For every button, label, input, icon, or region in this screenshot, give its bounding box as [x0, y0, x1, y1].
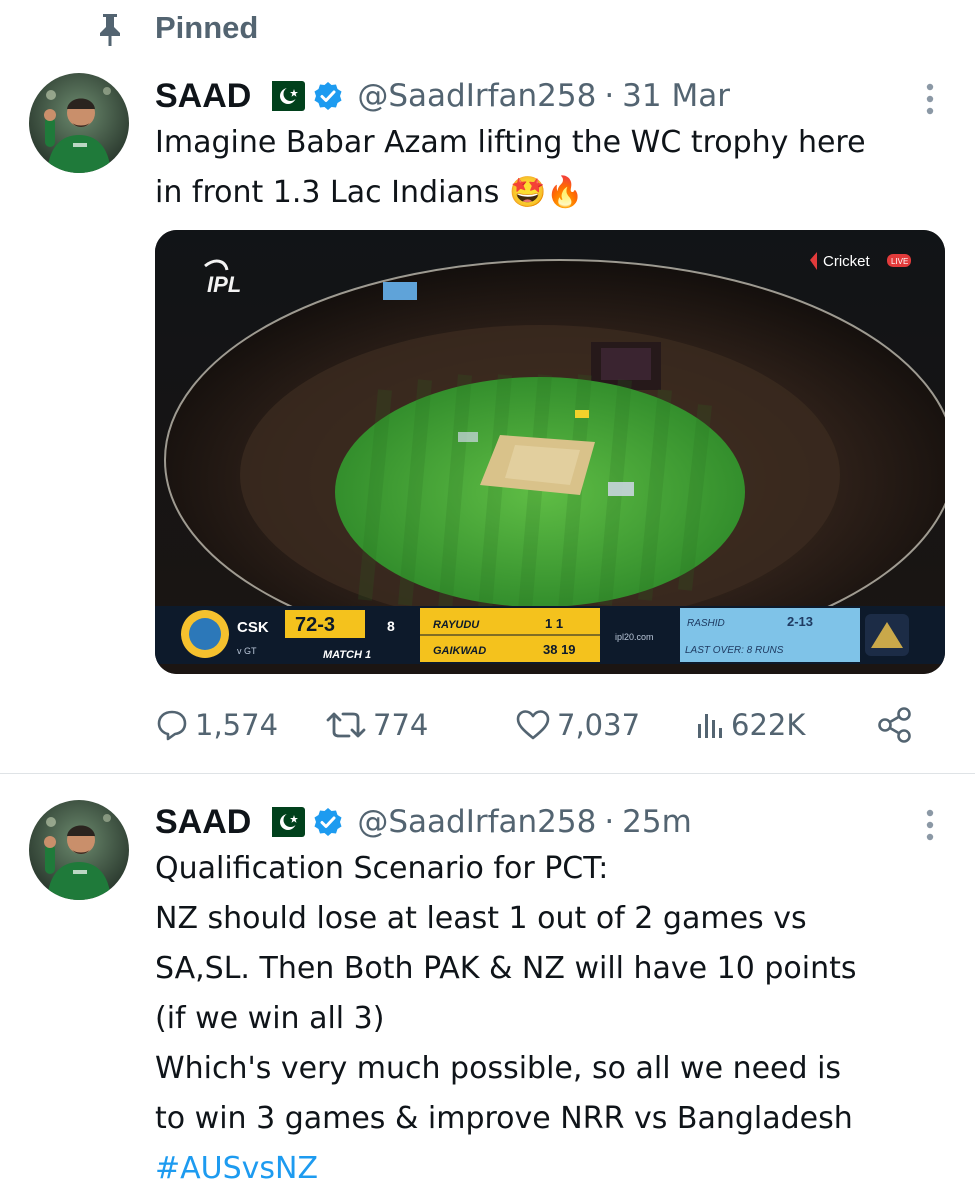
- tweet-text-line: to win 3 games & improve NRR vs Banglade…: [155, 1101, 853, 1136]
- tweet-header: SAAD @SaadIrfan258 · 25m: [155, 800, 692, 844]
- tweet-text-line: Qualification Scenario for PCT:: [155, 851, 609, 886]
- verified-badge-icon: [314, 808, 342, 836]
- avatar[interactable]: [29, 800, 129, 900]
- tweet-text-line: Which's very much possible, so all we ne…: [155, 1051, 842, 1086]
- team-score: 72-3: [295, 614, 335, 636]
- tweet-text: Imagine Babar Azam lifting the WC trophy…: [155, 118, 955, 218]
- display-name[interactable]: SAAD: [155, 77, 251, 116]
- pinned-label: Pinned: [155, 10, 259, 45]
- batter-2-name: GAIKWAD: [433, 645, 486, 657]
- share-icon: [878, 707, 911, 743]
- more-options-icon[interactable]: [925, 808, 935, 842]
- views-count: 622K: [731, 708, 806, 742]
- last-over-summary: LAST OVER: 8 RUNS: [685, 645, 784, 656]
- scoreboard-site: ipl20.com: [615, 632, 654, 642]
- bowler-name: RASHID: [687, 618, 725, 629]
- reply-icon: [157, 710, 187, 741]
- ipl-logo: IPL: [207, 272, 241, 297]
- tweet-text-line: (if we win all 3): [155, 1001, 385, 1036]
- tweet-text: Qualification Scenario for PCT: NZ shoul…: [155, 844, 955, 1194]
- pakistan-flag-icon: [261, 81, 306, 111]
- like-button[interactable]: 7,037: [515, 700, 640, 750]
- pin-icon: [100, 14, 120, 46]
- user-handle[interactable]: @SaadIrfan258: [357, 78, 596, 114]
- timestamp[interactable]: 25m: [622, 804, 692, 840]
- user-handle[interactable]: @SaadIrfan258: [357, 804, 596, 840]
- tweet[interactable]: SAAD @SaadIrfan258 · 25m Qualification S…: [0, 773, 975, 1200]
- broadcaster-logo: Cricket: [823, 253, 871, 270]
- pinned-indicator: Pinned: [0, 0, 975, 60]
- overs: 8: [387, 618, 395, 634]
- display-name[interactable]: SAAD: [155, 803, 251, 842]
- batter-1-score: 1 1: [545, 616, 563, 631]
- timestamp[interactable]: 31 Mar: [622, 78, 730, 114]
- share-button[interactable]: [875, 700, 921, 750]
- tweet-actions: 1,574 774 7,037 622K: [155, 700, 925, 750]
- team-name: CSK: [237, 619, 269, 636]
- tweet-text-line: Imagine Babar Azam lifting the WC trophy…: [155, 125, 866, 160]
- separator-dot: ·: [604, 78, 615, 114]
- hashtag-link[interactable]: #AUSvsNZ: [155, 1144, 955, 1194]
- batter-2-score: 38 19: [543, 642, 576, 657]
- verified-badge-icon: [314, 82, 342, 110]
- tweet-text-line: in front 1.3 Lac Indians 🤩🔥: [155, 175, 584, 210]
- heart-icon: [516, 710, 550, 740]
- reply-count: 1,574: [195, 708, 279, 742]
- like-count: 7,037: [557, 708, 641, 742]
- bowler-figures: 2-13: [787, 614, 813, 629]
- more-options-icon[interactable]: [925, 82, 935, 116]
- tweet-media-image[interactable]: IPL Cricket LIVE CSK v GT 72-3 8 MATCH 1…: [155, 230, 945, 674]
- retweet-count: 774: [373, 708, 429, 742]
- reply-button[interactable]: 1,574: [155, 700, 278, 750]
- views-button[interactable]: 622K: [695, 700, 805, 750]
- tweet-header: SAAD @SaadIrfan258 · 31 Mar: [155, 74, 730, 118]
- batter-1-name: RAYUDU: [433, 619, 480, 631]
- match-label: MATCH 1: [323, 649, 371, 661]
- tweet-text-line: NZ should lose at least 1 out of 2 games…: [155, 901, 807, 936]
- separator-dot: ·: [604, 804, 615, 840]
- pakistan-flag-icon: [261, 807, 306, 837]
- retweet-icon: [326, 712, 366, 738]
- tweet-pinned[interactable]: SAAD @SaadIrfan258 · 31 Mar Imagine Baba…: [0, 60, 975, 772]
- tweet-text-line: SA,SL. Then Both PAK & NZ will have 10 p…: [155, 951, 857, 986]
- team-opponent: v GT: [237, 646, 257, 656]
- retweet-button[interactable]: 774: [325, 700, 428, 750]
- avatar[interactable]: [29, 73, 129, 173]
- views-icon: [698, 714, 722, 738]
- svg-text:LIVE: LIVE: [891, 257, 908, 266]
